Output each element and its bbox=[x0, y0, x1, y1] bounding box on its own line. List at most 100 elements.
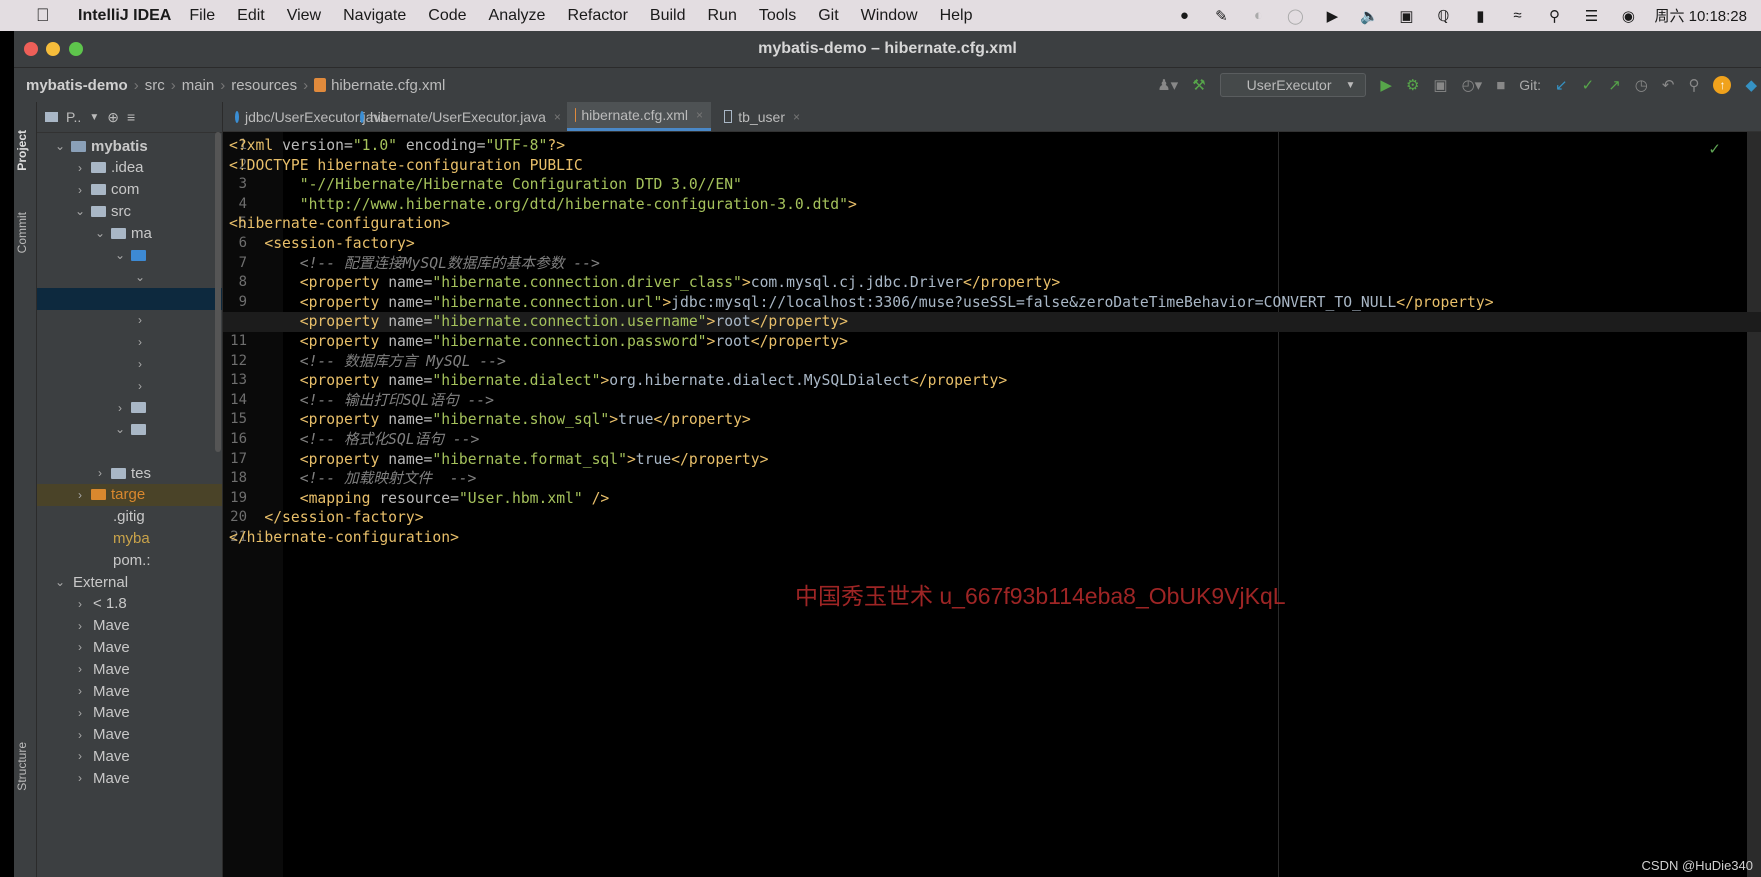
control-center-icon[interactable]: ☰ bbox=[1580, 7, 1602, 25]
pen-icon[interactable]: ✎ bbox=[1210, 7, 1232, 25]
tree-item[interactable]: › Mave bbox=[37, 636, 222, 658]
apple-icon[interactable]:  bbox=[36, 5, 56, 26]
close-tab-icon[interactable]: × bbox=[696, 108, 703, 122]
chevron-right-icon[interactable]: › bbox=[73, 728, 87, 742]
breadcrumb-main[interactable]: main bbox=[182, 77, 215, 94]
chevron-down-icon[interactable]: ⌄ bbox=[113, 248, 127, 262]
tree-item[interactable]: › com bbox=[37, 179, 222, 201]
menu-run[interactable]: Run bbox=[707, 7, 736, 25]
structure-tool-tab[interactable]: Structure bbox=[15, 742, 29, 791]
chevron-right-icon[interactable]: › bbox=[73, 597, 87, 611]
menu-code[interactable]: Code bbox=[428, 7, 466, 25]
code-line[interactable]: <!-- 数据库方言 MySQL --> bbox=[223, 352, 1761, 372]
wechat-icon[interactable]: ● bbox=[1173, 7, 1195, 25]
tree-item[interactable]: › Mave bbox=[37, 767, 222, 789]
chevron-right-icon[interactable]: › bbox=[133, 313, 147, 327]
editor-tab[interactable]: hibernate/UserExecutor.java × bbox=[352, 102, 562, 131]
stop-icon[interactable]: ■ bbox=[1496, 77, 1505, 94]
tree-item[interactable]: › Mave bbox=[37, 702, 222, 724]
menu-view[interactable]: View bbox=[287, 7, 321, 25]
menu-refactor[interactable]: Refactor bbox=[567, 7, 627, 25]
code-line[interactable]: <hibernate-configuration> bbox=[223, 214, 1761, 234]
locate-icon[interactable]: ⊕ bbox=[107, 109, 119, 126]
tree-item[interactable]: › tes bbox=[37, 462, 222, 484]
chevron-down-icon[interactable]: ⌄ bbox=[93, 226, 107, 240]
code-line[interactable]: <mapping resource="User.hbm.xml" /> bbox=[223, 489, 1761, 509]
code-line[interactable]: "http://www.hibernate.org/dtd/hibernate-… bbox=[223, 195, 1761, 215]
chevron-right-icon[interactable]: › bbox=[73, 619, 87, 633]
spinner-icon[interactable]: ◐ bbox=[1247, 7, 1269, 25]
chevron-right-icon[interactable]: › bbox=[73, 161, 87, 175]
zoom-window-button[interactable] bbox=[69, 42, 83, 56]
tree-item[interactable]: › Mave bbox=[37, 745, 222, 767]
profile-icon[interactable]: ◴▾ bbox=[1462, 76, 1483, 94]
wifi-icon[interactable]: ≈ bbox=[1506, 7, 1528, 25]
bluetooth-icon[interactable]: ℚ bbox=[1432, 7, 1454, 25]
git-commit-icon[interactable]: ✓ bbox=[1582, 76, 1595, 94]
chevron-down-icon[interactable]: ⌄ bbox=[113, 422, 127, 436]
tree-item[interactable]: › Mave bbox=[37, 724, 222, 746]
tree-item[interactable]: ⌄ bbox=[37, 244, 222, 266]
user-icon[interactable]: ♟▾ bbox=[1157, 76, 1178, 94]
menu-navigate[interactable]: Navigate bbox=[343, 7, 406, 25]
menu-git[interactable]: Git bbox=[818, 7, 838, 25]
minimize-window-button[interactable] bbox=[46, 42, 60, 56]
search-everywhere-icon[interactable]: ⚲ bbox=[1688, 76, 1699, 94]
volume-icon[interactable]: 🔈 bbox=[1358, 7, 1380, 25]
code-line[interactable]: <property name="hibernate.connection.url… bbox=[223, 293, 1761, 313]
code-line[interactable]: </session-factory> bbox=[223, 508, 1761, 528]
chevron-right-icon[interactable]: › bbox=[73, 684, 87, 698]
close-tab-icon[interactable]: × bbox=[793, 110, 800, 124]
tree-item[interactable]: pom.: bbox=[37, 549, 222, 571]
app-s-icon[interactable]: ▣ bbox=[1395, 7, 1417, 25]
breadcrumb-project[interactable]: mybatis-demo bbox=[26, 77, 128, 94]
code-line[interactable]: <property name="hibernate.dialect">org.h… bbox=[223, 371, 1761, 391]
tree-item[interactable]: › bbox=[37, 375, 222, 397]
menu-tools[interactable]: Tools bbox=[759, 7, 796, 25]
commit-tool-tab[interactable]: Commit bbox=[15, 212, 29, 253]
code-line[interactable]: <!-- 加载映射文件 --> bbox=[223, 469, 1761, 489]
code-line[interactable]: <property name="hibernate.connection.pas… bbox=[223, 332, 1761, 352]
chevron-down-icon[interactable]: ⌄ bbox=[53, 139, 67, 153]
tree-item[interactable] bbox=[37, 440, 222, 462]
play-circle-icon[interactable]: ▶ bbox=[1321, 7, 1343, 25]
build-hammer-icon[interactable]: ⚒ bbox=[1192, 76, 1205, 94]
tree-item[interactable]: ⌄ ma bbox=[37, 222, 222, 244]
code-line[interactable]: </hibernate-configuration> bbox=[223, 528, 1761, 548]
git-push-icon[interactable]: ↗ bbox=[1608, 76, 1621, 94]
code-line[interactable]: <?xml version="1.0" encoding="UTF-8"?> bbox=[223, 136, 1761, 156]
code-line[interactable]: <property name="hibernate.show_sql">true… bbox=[223, 410, 1761, 430]
rollback-icon[interactable]: ↶ bbox=[1662, 76, 1675, 94]
debug-icon[interactable]: ⚙ bbox=[1406, 76, 1419, 94]
collapse-icon[interactable]: ≡ bbox=[127, 109, 135, 125]
coverage-icon[interactable]: ▣ bbox=[1433, 76, 1447, 94]
chevron-down-icon[interactable]: ⌄ bbox=[133, 270, 147, 284]
editor-tab[interactable]: tb_user × bbox=[716, 102, 808, 131]
chevron-down-icon[interactable]: ⌄ bbox=[73, 204, 87, 218]
menu-edit[interactable]: Edit bbox=[237, 7, 265, 25]
project-view-select[interactable]: P.. bbox=[66, 109, 81, 125]
chevron-right-icon[interactable]: › bbox=[73, 662, 87, 676]
tree-item[interactable]: ⌄ src bbox=[37, 200, 222, 222]
tree-item[interactable]: .gitig bbox=[37, 506, 222, 528]
shield-icon[interactable]: ◯ bbox=[1284, 7, 1306, 25]
app-menu[interactable]: IntelliJ IDEA bbox=[78, 7, 171, 25]
tree-item[interactable]: › Mave bbox=[37, 680, 222, 702]
code-line[interactable]: <!DOCTYPE hibernate-configuration PUBLIC bbox=[223, 156, 1761, 176]
code-line[interactable]: "-//Hibernate/Hibernate Configuration DT… bbox=[223, 175, 1761, 195]
git-update-icon[interactable]: ↙ bbox=[1555, 76, 1568, 94]
tree-item[interactable]: › bbox=[37, 309, 222, 331]
tree-item[interactable]: ⌄ bbox=[37, 266, 222, 288]
tree-item[interactable]: › targe bbox=[37, 483, 222, 506]
breadcrumb-src[interactable]: src bbox=[145, 77, 165, 94]
code-line[interactable]: <property name="hibernate.connection.dri… bbox=[223, 273, 1761, 293]
tree-item[interactable]: › bbox=[37, 397, 222, 419]
editor-tab[interactable]: hibernate.cfg.xml × bbox=[567, 102, 711, 131]
chevron-right-icon[interactable]: › bbox=[133, 335, 147, 349]
menu-file[interactable]: File bbox=[189, 7, 215, 25]
chevron-right-icon[interactable]: › bbox=[73, 183, 87, 197]
close-tab-icon[interactable]: × bbox=[554, 110, 561, 124]
chevron-right-icon[interactable]: › bbox=[133, 379, 147, 393]
update-icon[interactable]: ↑ bbox=[1713, 76, 1732, 94]
tree-item[interactable]: › Mave bbox=[37, 615, 222, 637]
